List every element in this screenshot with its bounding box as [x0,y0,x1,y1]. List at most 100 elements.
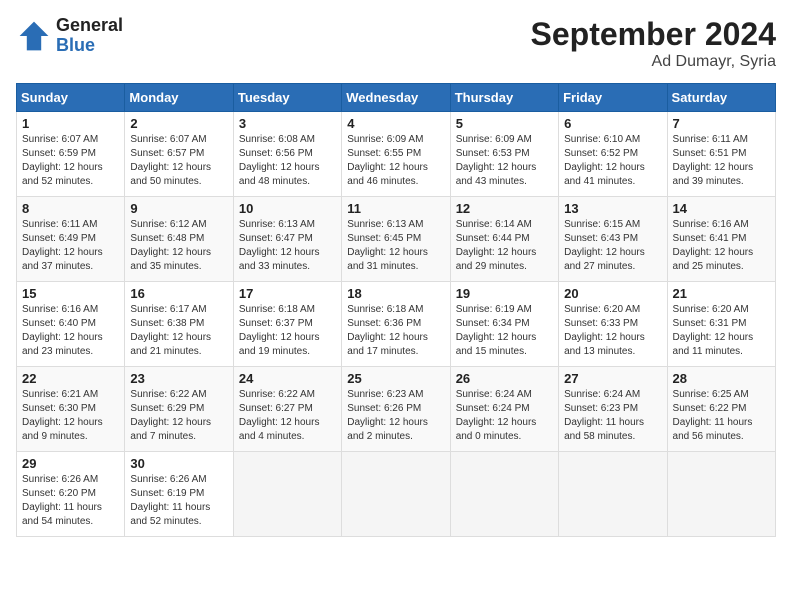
day-number: 17 [239,286,336,301]
day-number: 24 [239,371,336,386]
day-info: Sunrise: 6:13 AM Sunset: 6:45 PM Dayligh… [347,218,444,274]
day-info: Sunrise: 6:07 AM Sunset: 6:57 PM Dayligh… [130,133,227,189]
calendar-day-cell: 5 Sunrise: 6:09 AM Sunset: 6:53 PM Dayli… [450,112,558,197]
calendar-day-cell [450,452,558,537]
calendar-day-cell: 18 Sunrise: 6:18 AM Sunset: 6:36 PM Dayl… [342,282,450,367]
calendar-day-cell: 3 Sunrise: 6:08 AM Sunset: 6:56 PM Dayli… [233,112,341,197]
calendar-day-cell: 12 Sunrise: 6:14 AM Sunset: 6:44 PM Dayl… [450,197,558,282]
location-title: Ad Dumayr, Syria [531,53,776,71]
day-info: Sunrise: 6:21 AM Sunset: 6:30 PM Dayligh… [22,388,119,444]
day-info: Sunrise: 6:11 AM Sunset: 6:51 PM Dayligh… [673,133,770,189]
logo-general: General [56,16,123,36]
day-info: Sunrise: 6:14 AM Sunset: 6:44 PM Dayligh… [456,218,553,274]
day-info: Sunrise: 6:18 AM Sunset: 6:36 PM Dayligh… [347,303,444,359]
day-info: Sunrise: 6:10 AM Sunset: 6:52 PM Dayligh… [564,133,661,189]
day-number: 26 [456,371,553,386]
logo-blue: Blue [56,36,123,56]
calendar-day-cell: 27 Sunrise: 6:24 AM Sunset: 6:23 PM Dayl… [559,367,667,452]
day-info: Sunrise: 6:24 AM Sunset: 6:23 PM Dayligh… [564,388,661,444]
day-number: 21 [673,286,770,301]
calendar-day-cell: 16 Sunrise: 6:17 AM Sunset: 6:38 PM Dayl… [125,282,233,367]
calendar-day-cell: 23 Sunrise: 6:22 AM Sunset: 6:29 PM Dayl… [125,367,233,452]
day-info: Sunrise: 6:15 AM Sunset: 6:43 PM Dayligh… [564,218,661,274]
calendar-day-cell: 24 Sunrise: 6:22 AM Sunset: 6:27 PM Dayl… [233,367,341,452]
logo: General Blue [16,16,123,56]
calendar-day-cell: 19 Sunrise: 6:19 AM Sunset: 6:34 PM Dayl… [450,282,558,367]
calendar-day-cell: 4 Sunrise: 6:09 AM Sunset: 6:55 PM Dayli… [342,112,450,197]
day-info: Sunrise: 6:09 AM Sunset: 6:55 PM Dayligh… [347,133,444,189]
calendar-day-cell: 1 Sunrise: 6:07 AM Sunset: 6:59 PM Dayli… [17,112,125,197]
day-number: 15 [22,286,119,301]
calendar-day-cell: 11 Sunrise: 6:13 AM Sunset: 6:45 PM Dayl… [342,197,450,282]
calendar-day-cell: 21 Sunrise: 6:20 AM Sunset: 6:31 PM Dayl… [667,282,775,367]
calendar-week-1: 1 Sunrise: 6:07 AM Sunset: 6:59 PM Dayli… [17,112,776,197]
day-number: 23 [130,371,227,386]
calendar-header-thursday: Thursday [450,84,558,112]
calendar-day-cell: 20 Sunrise: 6:20 AM Sunset: 6:33 PM Dayl… [559,282,667,367]
day-info: Sunrise: 6:11 AM Sunset: 6:49 PM Dayligh… [22,218,119,274]
day-info: Sunrise: 6:24 AM Sunset: 6:24 PM Dayligh… [456,388,553,444]
calendar-body: 1 Sunrise: 6:07 AM Sunset: 6:59 PM Dayli… [17,112,776,537]
day-number: 28 [673,371,770,386]
day-info: Sunrise: 6:13 AM Sunset: 6:47 PM Dayligh… [239,218,336,274]
calendar-day-cell: 6 Sunrise: 6:10 AM Sunset: 6:52 PM Dayli… [559,112,667,197]
day-info: Sunrise: 6:17 AM Sunset: 6:38 PM Dayligh… [130,303,227,359]
calendar-header-tuesday: Tuesday [233,84,341,112]
day-number: 8 [22,201,119,216]
day-info: Sunrise: 6:16 AM Sunset: 6:40 PM Dayligh… [22,303,119,359]
day-number: 14 [673,201,770,216]
day-number: 22 [22,371,119,386]
calendar-header-sunday: Sunday [17,84,125,112]
day-number: 6 [564,116,661,131]
calendar-day-cell: 28 Sunrise: 6:25 AM Sunset: 6:22 PM Dayl… [667,367,775,452]
calendar-day-cell: 8 Sunrise: 6:11 AM Sunset: 6:49 PM Dayli… [17,197,125,282]
day-number: 9 [130,201,227,216]
day-info: Sunrise: 6:26 AM Sunset: 6:20 PM Dayligh… [22,473,119,529]
calendar-day-cell: 7 Sunrise: 6:11 AM Sunset: 6:51 PM Dayli… [667,112,775,197]
day-number: 29 [22,456,119,471]
calendar-day-cell: 2 Sunrise: 6:07 AM Sunset: 6:57 PM Dayli… [125,112,233,197]
calendar-day-cell [667,452,775,537]
day-info: Sunrise: 6:22 AM Sunset: 6:27 PM Dayligh… [239,388,336,444]
calendar-day-cell: 25 Sunrise: 6:23 AM Sunset: 6:26 PM Dayl… [342,367,450,452]
calendar-table: SundayMondayTuesdayWednesdayThursdayFrid… [16,83,776,537]
calendar-header-row: SundayMondayTuesdayWednesdayThursdayFrid… [17,84,776,112]
month-title: September 2024 [531,16,776,53]
day-number: 16 [130,286,227,301]
calendar-day-cell [342,452,450,537]
day-number: 30 [130,456,227,471]
day-info: Sunrise: 6:19 AM Sunset: 6:34 PM Dayligh… [456,303,553,359]
calendar-header-friday: Friday [559,84,667,112]
calendar-day-cell: 15 Sunrise: 6:16 AM Sunset: 6:40 PM Dayl… [17,282,125,367]
day-number: 13 [564,201,661,216]
day-number: 27 [564,371,661,386]
calendar-header-saturday: Saturday [667,84,775,112]
calendar-week-5: 29 Sunrise: 6:26 AM Sunset: 6:20 PM Dayl… [17,452,776,537]
day-number: 12 [456,201,553,216]
day-number: 10 [239,201,336,216]
day-info: Sunrise: 6:26 AM Sunset: 6:19 PM Dayligh… [130,473,227,529]
day-info: Sunrise: 6:09 AM Sunset: 6:53 PM Dayligh… [456,133,553,189]
logo-text: General Blue [56,16,123,56]
calendar-day-cell: 26 Sunrise: 6:24 AM Sunset: 6:24 PM Dayl… [450,367,558,452]
day-info: Sunrise: 6:07 AM Sunset: 6:59 PM Dayligh… [22,133,119,189]
day-info: Sunrise: 6:25 AM Sunset: 6:22 PM Dayligh… [673,388,770,444]
day-number: 25 [347,371,444,386]
day-number: 20 [564,286,661,301]
calendar-header-wednesday: Wednesday [342,84,450,112]
calendar-day-cell [559,452,667,537]
calendar-week-4: 22 Sunrise: 6:21 AM Sunset: 6:30 PM Dayl… [17,367,776,452]
day-info: Sunrise: 6:23 AM Sunset: 6:26 PM Dayligh… [347,388,444,444]
calendar-day-cell: 17 Sunrise: 6:18 AM Sunset: 6:37 PM Dayl… [233,282,341,367]
calendar-day-cell: 22 Sunrise: 6:21 AM Sunset: 6:30 PM Dayl… [17,367,125,452]
calendar-day-cell [233,452,341,537]
day-number: 1 [22,116,119,131]
day-info: Sunrise: 6:20 AM Sunset: 6:31 PM Dayligh… [673,303,770,359]
day-number: 19 [456,286,553,301]
logo-icon [16,18,52,54]
day-info: Sunrise: 6:08 AM Sunset: 6:56 PM Dayligh… [239,133,336,189]
calendar-day-cell: 14 Sunrise: 6:16 AM Sunset: 6:41 PM Dayl… [667,197,775,282]
day-number: 11 [347,201,444,216]
day-number: 18 [347,286,444,301]
title-area: September 2024 Ad Dumayr, Syria [531,16,776,71]
